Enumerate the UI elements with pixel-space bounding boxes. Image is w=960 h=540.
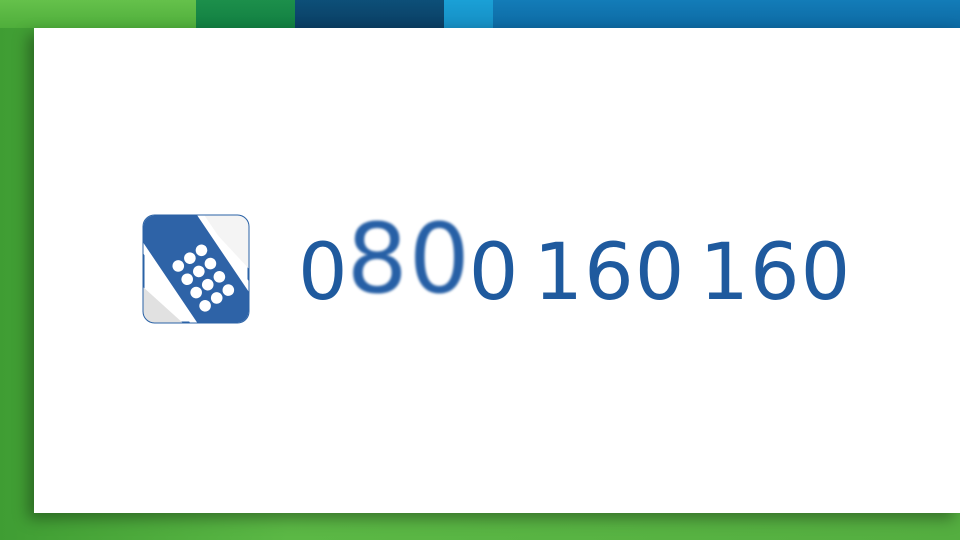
top-color-band — [0, 0, 960, 28]
band-segment-navy — [295, 0, 444, 28]
phone-digits-group-2: 160 — [699, 228, 852, 318]
phone-digits-focus: 80 — [346, 203, 471, 315]
phone-digit-prefix-start: 0 — [298, 228, 349, 318]
band-segment-green — [0, 0, 196, 28]
band-segment-cyan — [444, 0, 493, 28]
phone-digits-group-1: 160 — [533, 228, 686, 318]
phone-number: 0 80 0 160 160 — [298, 211, 852, 318]
phone-digit-prefix-end: 0 — [468, 228, 520, 318]
phone-keypad-icon — [142, 214, 250, 324]
page-background: 0 80 0 160 160 — [0, 0, 960, 540]
band-segment-blue — [493, 0, 960, 28]
band-segment-dark-green — [196, 0, 295, 28]
